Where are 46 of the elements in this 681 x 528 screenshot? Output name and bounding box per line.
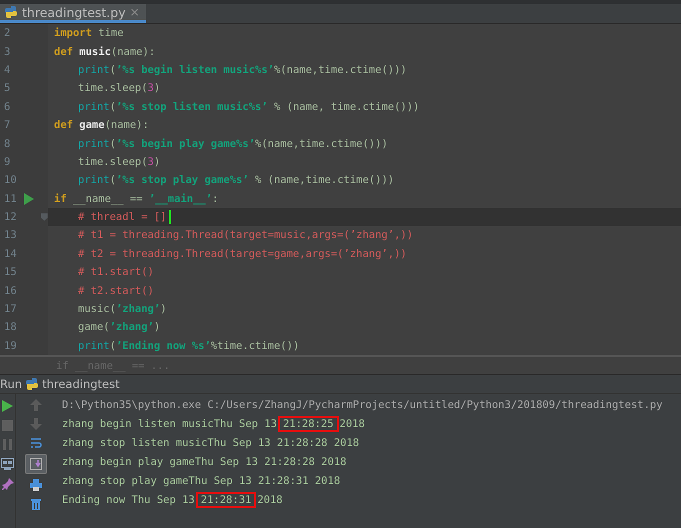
code-line: time.sleep(3) bbox=[77, 156, 160, 168]
code-line: print(’%s begin listen music%s’%(name,time.ctime())) bbox=[77, 64, 407, 76]
console-output-line: zhang begin play gameThu Sep 13 21:28:28 2018 bbox=[62, 455, 348, 470]
console-output-line: zhang stop listen musicThu Sep 13 21:28:28 2018 bbox=[62, 436, 360, 452]
run-config-tab[interactable]: threadingtest bbox=[42, 377, 120, 392]
line-number: 17 bbox=[4, 303, 18, 316]
line-number: 9 bbox=[4, 156, 12, 168]
code-line: time.sleep(3) bbox=[77, 82, 160, 94]
code-line: # t2.start() bbox=[77, 284, 154, 297]
line-number: 11 bbox=[4, 192, 18, 205]
line-number: 3 bbox=[4, 46, 12, 58]
line-number: 14 bbox=[4, 248, 18, 260]
line-number: 19 bbox=[4, 340, 18, 352]
line-number: 12 bbox=[4, 211, 18, 224]
line-number: 18 bbox=[4, 321, 18, 334]
console-output-line: zhang begin listen musicThu Sep 13 21:28:25 2018 bbox=[62, 417, 366, 432]
line-number: 16 bbox=[4, 284, 18, 297]
line-number: 5 bbox=[4, 82, 12, 94]
code-line: # t1.start() bbox=[77, 266, 154, 278]
code-line: music(’zhang’) bbox=[77, 303, 167, 316]
console-output-line: zhang stop play gameThu Sep 13 21:28:31 2018 bbox=[62, 474, 342, 490]
code-line: # t1 = threading.Thread(target=music,args=(’zhang’,)) bbox=[77, 229, 414, 242]
run-tool-label: Run bbox=[0, 377, 22, 392]
line-number: 7 bbox=[4, 119, 12, 132]
line-number: 6 bbox=[4, 100, 12, 113]
code-line: # t2 = threading.Thread(target=game,args=(’zhang’,)) bbox=[77, 248, 407, 260]
console-output-line: Ending now Thu Sep 13 21:28:31 2018 bbox=[62, 493, 284, 508]
code-line: print(’Ending now %s’%time.ctime()) bbox=[77, 340, 300, 352]
code-line: # threadl = [] bbox=[48, 210, 171, 224]
code-line: print(’%s begin play game%s’%(name,time.ctime())) bbox=[77, 138, 388, 150]
code-line: import time bbox=[53, 27, 124, 40]
line-number: 15 bbox=[4, 266, 18, 278]
close-tab-button[interactable]: × bbox=[130, 5, 140, 19]
line-number: 2 bbox=[4, 27, 12, 40]
editor-tab[interactable]: threadingtest.py × bbox=[0, 4, 146, 23]
code-line: print(’%s stop play game%s’ % (name,time.ctime())) bbox=[77, 174, 394, 186]
line-number: 13 bbox=[4, 229, 18, 242]
console-command: D:\Python35\python.exe C:/Users/ZhangJ/PycharmProjects/untitled/Python3/201809/threadingtest.py bbox=[62, 398, 664, 414]
code-line: def game(name): bbox=[53, 119, 149, 132]
code-line: def music(name): bbox=[53, 46, 156, 58]
line-number: 10 bbox=[4, 174, 18, 186]
line-number: 4 bbox=[4, 64, 12, 76]
code-line: print(’%s stop listen music%s’ % (name, time.ctime())) bbox=[77, 100, 420, 113]
code-line: game(’zhang’) bbox=[77, 321, 160, 334]
line-number: 8 bbox=[4, 138, 12, 150]
code-line: if __name__ == ’__main__’: bbox=[53, 192, 218, 205]
